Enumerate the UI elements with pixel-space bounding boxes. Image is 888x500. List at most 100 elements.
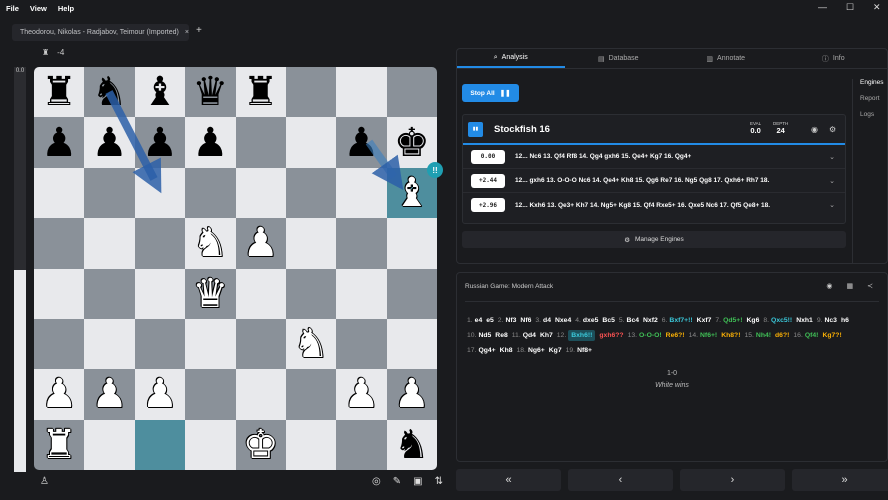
- black-pawn[interactable]: ♟: [92, 123, 128, 163]
- tab-info[interactable]: ⓘ Info: [780, 49, 888, 68]
- square-c7[interactable]: ♟: [134, 117, 186, 168]
- square-f5[interactable]: [285, 218, 337, 269]
- square-b2[interactable]: ♟: [84, 369, 135, 420]
- square-f2[interactable]: [285, 369, 337, 420]
- square-f1[interactable]: [285, 419, 337, 470]
- move[interactable]: O-O-O!: [639, 332, 662, 339]
- black-pawn[interactable]: ♟: [192, 123, 228, 163]
- white-pawn[interactable]: ♟: [142, 374, 178, 414]
- move[interactable]: Qf4!: [805, 332, 819, 339]
- target-icon[interactable]: ◉: [811, 125, 818, 134]
- comments-icon[interactable]: ▦: [847, 282, 854, 290]
- square-a1[interactable]: ♜: [34, 419, 85, 470]
- black-knight[interactable]: ♞: [394, 425, 430, 465]
- move[interactable]: Nh4!: [756, 332, 771, 339]
- square-e3[interactable]: [235, 318, 286, 370]
- square-f4[interactable]: [285, 268, 337, 319]
- square-h7[interactable]: ♚: [386, 117, 437, 168]
- eye-icon[interactable]: ◉: [826, 282, 832, 290]
- white-knight[interactable]: ♞: [293, 324, 329, 364]
- square-d5[interactable]: ♞: [185, 218, 236, 269]
- last-move-button[interactable]: »: [792, 469, 888, 491]
- add-tab-button[interactable]: +: [196, 25, 202, 36]
- move[interactable]: Ng6+: [528, 347, 545, 354]
- black-pawn[interactable]: ♟: [41, 123, 77, 163]
- tab-annotate[interactable]: ▥ Annotate: [672, 49, 780, 68]
- black-queen[interactable]: ♛: [192, 72, 228, 112]
- square-h5[interactable]: [386, 218, 437, 269]
- square-e6[interactable]: [235, 167, 286, 219]
- square-a7[interactable]: ♟: [34, 117, 85, 168]
- line-pv[interactable]: 12... Kxh6 13. Qe3+ Kh7 14. Ng5+ Kg8 15.…: [515, 202, 770, 209]
- black-pawn[interactable]: ♟: [142, 123, 178, 163]
- move[interactable]: Nc3: [824, 317, 836, 324]
- square-d8[interactable]: ♛: [185, 67, 236, 118]
- manage-engines-button[interactable]: ⚙ Manage Engines: [462, 231, 846, 248]
- square-c6[interactable]: [134, 167, 186, 219]
- chess-board[interactable]: ♜ ♞ ♝ ♛ ♜ ♟ ♟ ♟ ♟ ♟ ♚ ♝ ♞ ♟ ♛ ♞ ♟ ♟ ♟ ♟ ♟ ♜ ♚ ♞: [34, 67, 437, 470]
- side-report[interactable]: Report: [860, 95, 884, 102]
- square-g5[interactable]: [336, 218, 387, 269]
- chevron-down-icon[interactable]: ⌄: [829, 153, 835, 161]
- side-engines[interactable]: Engines: [860, 79, 884, 86]
- next-move-button[interactable]: ›: [680, 469, 785, 491]
- square-h8[interactable]: [386, 67, 437, 118]
- engine-line[interactable]: 0.00 12... Nc6 13. Qf4 Rf8 14. Qg4 gxh6 1…: [463, 145, 845, 169]
- close-window-button[interactable]: ✕: [873, 2, 881, 13]
- move[interactable]: Kh8?!: [721, 332, 740, 339]
- square-c4[interactable]: [134, 268, 186, 319]
- move[interactable]: Kg7?!: [822, 332, 841, 339]
- black-rook[interactable]: ♜: [243, 72, 279, 112]
- move[interactable]: e5: [486, 317, 494, 324]
- white-pawn[interactable]: ♟: [92, 374, 128, 414]
- line-pv[interactable]: 12... Nc6 13. Qf4 Rf8 14. Qg4 gxh6 15. Q…: [515, 153, 691, 160]
- square-e1[interactable]: ♚: [235, 419, 286, 470]
- move[interactable]: Nxh1: [796, 317, 813, 324]
- square-e2[interactable]: [235, 369, 286, 420]
- tab-analysis[interactable]: ⌕ Analysis: [457, 49, 565, 68]
- move[interactable]: Nf6: [520, 317, 531, 324]
- white-king[interactable]: ♚: [243, 425, 279, 465]
- move[interactable]: Kxf7: [697, 317, 712, 324]
- square-b1[interactable]: [84, 419, 135, 470]
- move[interactable]: Kh8: [500, 347, 513, 354]
- square-g7[interactable]: ♟: [336, 117, 387, 168]
- square-d4[interactable]: ♛: [185, 268, 236, 319]
- move[interactable]: dxe5: [583, 317, 599, 324]
- square-f6[interactable]: [285, 167, 337, 219]
- move[interactable]: Re8: [495, 332, 507, 339]
- white-pawn[interactable]: ♟: [394, 374, 430, 414]
- gear-icon[interactable]: ⚙: [829, 125, 836, 134]
- target-icon[interactable]: ◎: [372, 476, 381, 487]
- player-icon[interactable]: ♙: [40, 476, 49, 487]
- move[interactable]: d6?!: [775, 332, 789, 339]
- edit-icon[interactable]: ✎: [393, 476, 401, 487]
- save-icon[interactable]: ▣: [413, 476, 422, 487]
- square-c3[interactable]: [134, 318, 186, 370]
- black-king[interactable]: ♚: [394, 123, 430, 163]
- flip-board-icon[interactable]: ⇅: [435, 476, 443, 487]
- move[interactable]: Bc4: [627, 317, 639, 324]
- white-pawn[interactable]: ♟: [344, 374, 380, 414]
- engine-line[interactable]: +2.96 12... Kxh6 13. Qe3+ Kh7 14. Ng5+ Kg…: [463, 193, 845, 217]
- square-d2[interactable]: [185, 369, 236, 420]
- square-f3[interactable]: ♞: [285, 318, 337, 370]
- move[interactable]: Qd4: [523, 332, 536, 339]
- square-c5[interactable]: [134, 218, 186, 269]
- game-tab[interactable]: Theodorou, Nikolas - Radjabov, Teimour (…: [12, 24, 189, 41]
- square-e4[interactable]: [235, 268, 286, 319]
- maximize-button[interactable]: ☐: [846, 2, 854, 13]
- move[interactable]: Nxe4: [555, 317, 571, 324]
- square-c2[interactable]: ♟: [134, 369, 186, 420]
- square-b8[interactable]: ♞: [84, 67, 135, 118]
- square-a3[interactable]: [34, 318, 85, 370]
- square-a5[interactable]: [34, 218, 85, 269]
- tab-database[interactable]: ▤ Database: [565, 49, 673, 68]
- square-b7[interactable]: ♟: [84, 117, 135, 168]
- white-pawn[interactable]: ♟: [243, 223, 279, 263]
- square-b6[interactable]: [84, 167, 135, 219]
- engine-toggle-icon[interactable]: ▮▮: [468, 121, 483, 137]
- square-d6[interactable]: [185, 167, 236, 219]
- chevron-down-icon[interactable]: ⌄: [829, 177, 835, 185]
- white-queen[interactable]: ♛: [192, 274, 228, 314]
